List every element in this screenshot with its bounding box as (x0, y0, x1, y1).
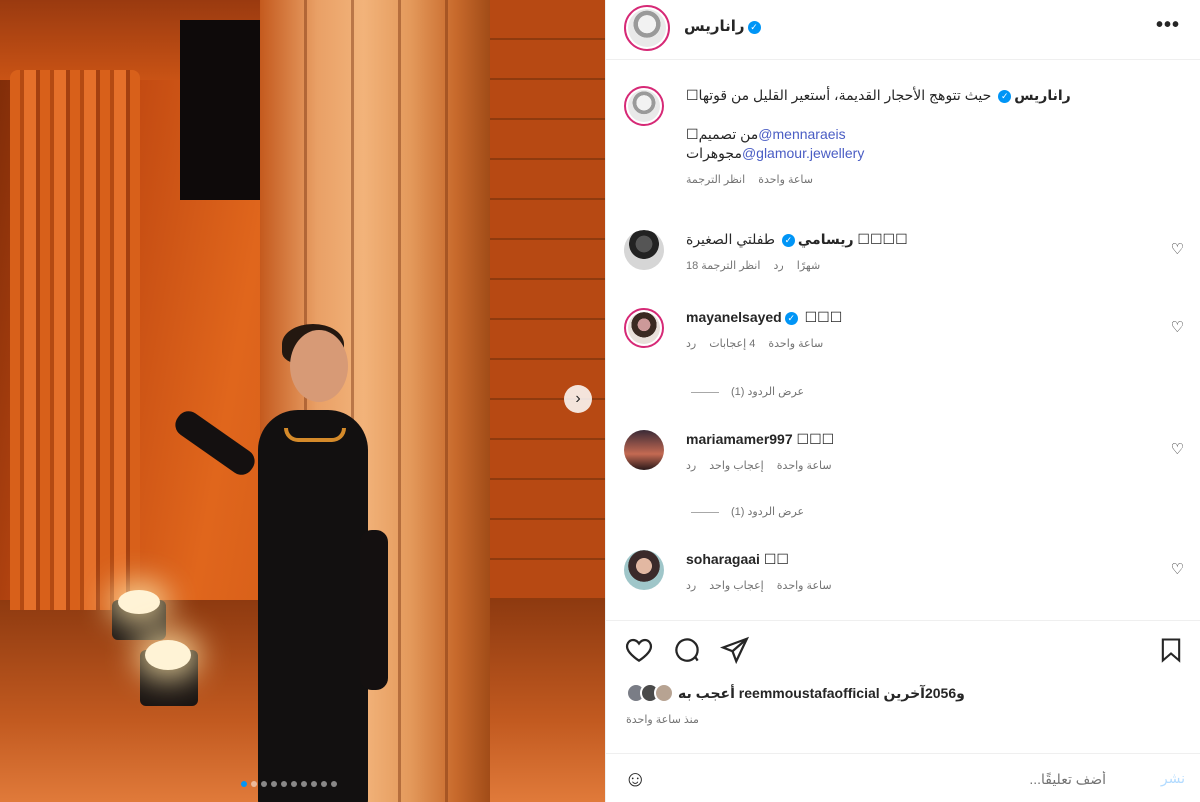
verified-icon: ✓ (747, 20, 761, 34)
comment-icon (675, 638, 699, 662)
next-photo-button[interactable]: › (564, 385, 592, 413)
comment-text: ☐☐ (763, 551, 789, 567)
carousel-dot (271, 781, 277, 787)
verified-icon: ✓ (781, 233, 795, 247)
comment-likes[interactable]: 4 إعجابات (709, 338, 755, 350)
see-translation-link[interactable]: انظر الترجمة (686, 174, 745, 186)
caption-text: حيث تتوهج الأحجار القديمة، أستعير القليل… (686, 87, 992, 103)
reply-button[interactable]: رد (686, 580, 696, 592)
comment-button[interactable] (672, 635, 702, 670)
carousel-dot (311, 781, 317, 787)
bookmark-icon (1161, 638, 1181, 663)
post-photo[interactable]: › (0, 0, 605, 802)
caption-meta: ساعة واحدة انظر الترجمة (686, 171, 1156, 190)
carousel-dot (281, 781, 287, 787)
comment-box: ☺ نشر (606, 753, 1200, 802)
send-icon (719, 636, 750, 665)
commenter-username[interactable]: ريسامي (798, 231, 854, 247)
post-time: منذ ساعة واحدة (626, 714, 699, 726)
comment-text: ☐☐☐ (796, 431, 835, 447)
likes-summary[interactable]: أعجب به reemmoustafaofficial و2056آخرين (626, 683, 965, 703)
emoji-icon[interactable]: ☺ (624, 766, 646, 792)
commenter-avatar[interactable] (624, 430, 664, 470)
reply-button[interactable]: رد (686, 338, 696, 350)
author-username[interactable]: راناريس (684, 18, 745, 35)
comment-likes[interactable]: إعجاب واحد (709, 580, 763, 592)
post-comment-button[interactable]: نشر (1161, 770, 1185, 787)
left-column (10, 70, 140, 610)
spotlight-glow (145, 640, 191, 670)
gold-collar (284, 428, 346, 442)
carousel-dot (251, 781, 257, 787)
head (290, 330, 348, 402)
credit-text-1: ☐من تصميم (686, 126, 759, 142)
heart-icon[interactable]: ♡ (1171, 440, 1184, 458)
verified-icon: ✓ (784, 311, 798, 325)
commenter-username[interactable]: mayanelsayed (686, 309, 782, 325)
carousel-dot (301, 781, 307, 787)
commenter-avatar[interactable] (624, 230, 664, 270)
comment-time: ساعة واحدة (776, 580, 832, 592)
replies-line (691, 511, 719, 513)
view-replies-button[interactable]: عرض الردود (1) (691, 505, 804, 518)
comment-likes[interactable]: إعجاب واحد (709, 460, 763, 472)
comment-input[interactable] (666, 764, 1106, 794)
comment-text: ☐☐☐ (804, 309, 843, 325)
heart-icon[interactable]: ♡ (1171, 240, 1184, 258)
replies-line (691, 391, 719, 393)
caption-time: ساعة واحدة (758, 174, 813, 186)
verified-icon: ✓ (998, 89, 1012, 103)
carousel-dot (241, 781, 247, 787)
spotlight-glow (118, 590, 160, 614)
post-actions: أعجب به reemmoustafaofficial و2056آخرين … (606, 620, 1200, 802)
reply-button[interactable]: رد (773, 260, 783, 272)
black-dress (258, 410, 368, 802)
heart-icon (626, 638, 652, 662)
carousel-dots (241, 781, 337, 787)
like-button[interactable] (624, 635, 654, 670)
left-arm (170, 406, 260, 480)
view-replies-label: عرض الردود (1) (731, 386, 805, 398)
author-avatar[interactable] (624, 86, 664, 126)
more-options-button[interactable]: ••• (1156, 14, 1180, 37)
reply-button[interactable]: رد (686, 460, 696, 472)
carousel-dot (321, 781, 327, 787)
share-button[interactable] (719, 635, 750, 670)
heart-icon[interactable]: ♡ (1171, 318, 1184, 336)
mention-link[interactable]: @glamour.jewellery (742, 145, 864, 161)
commenter-username[interactable]: mariamamer997 (686, 431, 793, 447)
carousel-dot (291, 781, 297, 787)
carousel-dot (261, 781, 267, 787)
post-header: راناريس ✓ ••• (606, 0, 1200, 60)
mention-link[interactable]: @mennaraeis (758, 126, 845, 142)
post-panel: راناريس ✓ ••• راناريس✓ حيث تتوهج الأحجار … (605, 0, 1200, 802)
carousel-dot (331, 781, 337, 787)
heart-icon[interactable]: ♡ (1171, 560, 1184, 578)
save-button[interactable] (1157, 635, 1185, 670)
view-replies-label: عرض الردود (1) (731, 506, 805, 518)
caption-username[interactable]: راناريس (1014, 87, 1070, 103)
right-arm (360, 530, 388, 690)
author-avatar[interactable] (624, 5, 670, 51)
comments-section[interactable]: راناريس✓ حيث تتوهج الأحجار القديمة، أستع… (606, 60, 1200, 620)
liker-avatar (654, 683, 674, 703)
comment-time: ساعة واحدة (776, 460, 832, 472)
comment-text: طفلتي الصغيرة ☐☐☐☐ (686, 231, 908, 247)
likes-text: أعجب به reemmoustafaofficial و2056آخرين (678, 684, 965, 701)
see-translation-link[interactable]: انظر الترجمة (701, 260, 760, 272)
chevron-right-icon: › (575, 390, 581, 407)
view-replies-button[interactable]: عرض الردود (1) (691, 385, 804, 398)
commenter-username[interactable]: soharagaai (686, 551, 760, 567)
credit-text-2: مجوهرات (686, 145, 742, 161)
commenter-avatar[interactable] (624, 550, 664, 590)
liker-avatars (626, 683, 674, 703)
comment-time: ساعة واحدة (768, 338, 824, 350)
woman-figure (170, 324, 390, 802)
commenter-avatar[interactable] (624, 308, 664, 348)
